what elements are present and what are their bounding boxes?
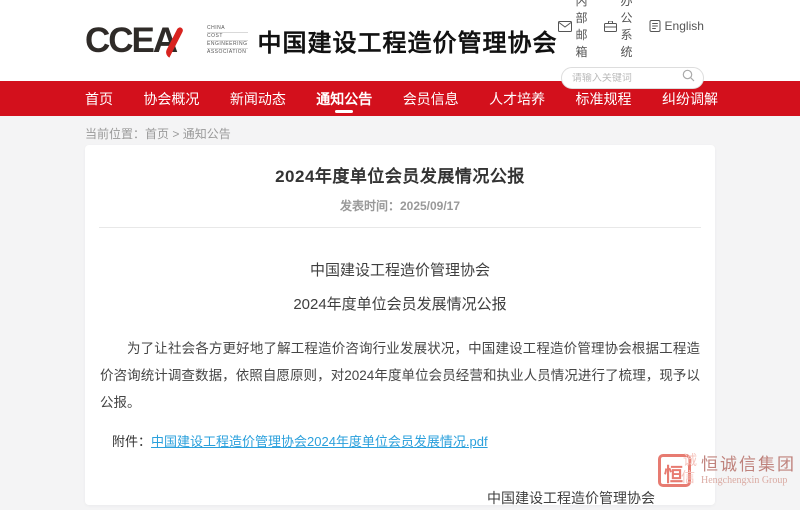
logo-word: ENGINEERING [207, 41, 248, 49]
seal-char-bottom: 信 [681, 467, 695, 487]
nav-item-label: 标准规程 [576, 89, 632, 109]
watermark-name-en: Hengchengxin Group [701, 474, 796, 487]
document-title-line: 2024年度单位会员发展情况公报 [85, 293, 715, 314]
nav-item-label: 会员信息 [403, 89, 459, 109]
quick-link-label: 内部邮箱 [576, 0, 588, 60]
hengchengxin-watermark: 恒 诚 信 恒诚信集团 Hengchengxin Group [658, 454, 796, 487]
document-body-paragraph: 为了让社会各方更好地了解工程造价咨询行业发展状况，中国建设工程造价管理协会根据工… [100, 335, 700, 416]
nav-item-label: 纠纷调解 [662, 89, 718, 109]
logo-word: ASSOCIATION [207, 49, 248, 56]
nav-item-label: 首页 [85, 89, 113, 109]
breadcrumb-prefix: 当前位置： [85, 127, 145, 141]
logo-word: COST [207, 33, 248, 41]
header-utilities: 内部邮箱 办公系统 English [558, 0, 704, 89]
article-card: 2024年度单位会员发展情况公报 发表时间：2025/09/17 中国建设工程造… [85, 145, 715, 505]
nav-item[interactable]: 会员信息 [403, 81, 459, 116]
site-logo[interactable]: CCEA CHINA COST ENGINEERING ASSOCIATION … [85, 19, 558, 63]
org-title: 中国建设工程造价管理协会 [258, 23, 558, 58]
attachment-pdf-link[interactable]: 中国建设工程造价管理协会2024年度单位会员发展情况.pdf [151, 434, 488, 449]
watermark-name: 恒诚信集团 [701, 455, 796, 474]
article-title: 2024年度单位会员发展情况公报 [85, 162, 715, 187]
mail-icon [558, 21, 572, 32]
nav-item[interactable]: 新闻动态 [230, 81, 286, 116]
signature-block: 中国建设工程造价管理协会 2025年9月17日 [487, 486, 655, 505]
date-label: 发表时间： [340, 199, 400, 213]
quick-link-label: English [665, 19, 704, 33]
site-header: CCEA CHINA COST ENGINEERING ASSOCIATION … [0, 0, 800, 81]
logo-word: CHINA [207, 25, 248, 33]
office-system-link[interactable]: 办公系统 [604, 0, 633, 60]
breadcrumb-home-link[interactable]: 首页 [145, 127, 169, 141]
english-link[interactable]: English [649, 19, 704, 33]
active-tab-underline [335, 110, 353, 113]
document-org-line: 中国建设工程造价管理协会 [85, 259, 715, 280]
nav-items: 首页 协会概况 新闻动态 通知公告 会员信息 人才培养 标准规程 [85, 81, 718, 116]
english-icon [649, 20, 661, 32]
internal-mail-link[interactable]: 内部邮箱 [558, 0, 588, 60]
quick-link-label: 办公系统 [621, 0, 633, 60]
nav-item-label: 新闻动态 [230, 89, 286, 109]
nav-item[interactable]: 通知公告 [316, 81, 372, 116]
signature-org: 中国建设工程造价管理协会 [487, 486, 655, 505]
date-value: 2025/09/17 [400, 199, 460, 213]
ccea-logo-mark: CCEA [85, 19, 203, 63]
title-divider [99, 227, 701, 228]
office-icon [604, 21, 617, 32]
nav-item[interactable]: 首页 [85, 81, 113, 116]
main-nav: 首页 协会概况 新闻动态 通知公告 会员信息 人才培养 标准规程 [0, 81, 800, 116]
watermark-text: 恒诚信集团 Hengchengxin Group [701, 455, 796, 487]
attachment-row: 附件：中国建设工程造价管理协会2024年度单位会员发展情况.pdf [112, 431, 700, 450]
hengchengxin-seal-icon: 恒 诚 信 [658, 454, 691, 487]
nav-item-label: 人才培养 [489, 89, 545, 109]
breadcrumb-separator: > [172, 127, 179, 141]
nav-item[interactable]: 人才培养 [489, 81, 545, 116]
article-publish-date: 发表时间：2025/09/17 [85, 197, 715, 214]
nav-item[interactable]: 协会概况 [143, 81, 199, 116]
nav-item-label: 通知公告 [316, 89, 372, 109]
nav-item-label: 协会概况 [143, 89, 199, 109]
breadcrumb-current: 通知公告 [183, 127, 231, 141]
nav-item[interactable]: 标准规程 [576, 81, 632, 116]
quick-links: 内部邮箱 办公系统 English [558, 0, 704, 60]
logo-english-words: CHINA COST ENGINEERING ASSOCIATION [207, 25, 248, 56]
attachment-label: 附件： [112, 434, 151, 449]
nav-item[interactable]: 纠纷调解 [662, 81, 718, 116]
ccea-acronym: CCEA [85, 19, 203, 63]
